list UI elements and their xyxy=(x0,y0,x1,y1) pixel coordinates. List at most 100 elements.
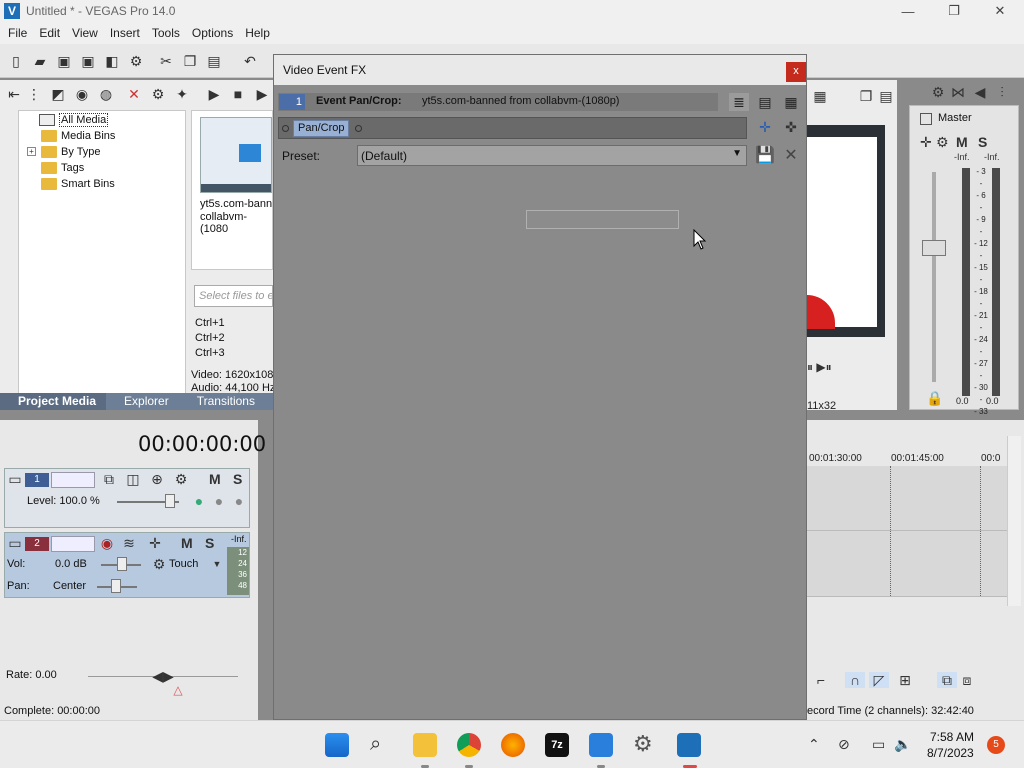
delete-preset-icon[interactable]: ✕ xyxy=(781,146,801,166)
plug-in-chain-icon[interactable]: ✛ xyxy=(755,117,775,137)
chevron-up-icon[interactable]: ⌃ xyxy=(808,736,820,753)
track-name-field[interactable] xyxy=(51,536,95,552)
open-icon[interactable]: ▰ xyxy=(32,53,48,69)
automation-mode[interactable]: Touch xyxy=(169,558,198,570)
view-details-icon[interactable]: ▤ xyxy=(755,93,775,111)
paste-icon[interactable]: ▤ xyxy=(206,53,222,69)
ignore-grouping-icon[interactable]: ⧈ xyxy=(959,672,975,688)
start-icon[interactable] xyxy=(325,733,349,757)
automation-icon[interactable]: ⚙ xyxy=(151,556,167,572)
firefox-icon[interactable] xyxy=(501,733,525,757)
arm-record-icon[interactable]: ◉ xyxy=(99,535,115,551)
track2-mute-button[interactable]: M xyxy=(181,535,193,551)
get-media-icon[interactable]: ◉ xyxy=(74,86,90,102)
audio-track-header[interactable]: ▭ 2 ◉ ≋ ✛ M S -Inf. Vol: 0.0 dB ⚙ Touch … xyxy=(4,532,250,598)
tab-transitions[interactable]: Transitions xyxy=(179,393,265,410)
tab-project-media[interactable]: Project Media xyxy=(0,393,107,410)
copy-snapshot-icon[interactable]: ❐ xyxy=(858,88,874,104)
plugin-pan-crop[interactable]: Pan/Crop xyxy=(293,120,350,137)
media-filter-input[interactable]: Select files to e xyxy=(194,285,273,307)
tree-item-smart-bins[interactable]: Smart Bins xyxy=(41,176,115,192)
track-compositing-icon[interactable]: ◫ xyxy=(125,471,141,487)
dialog-close-button[interactable]: x xyxy=(786,62,806,82)
track2-pan-knob[interactable] xyxy=(111,579,121,593)
master-fx-icon[interactable]: ⚙ xyxy=(930,84,946,100)
track-fx-chain-icon[interactable]: ✛ xyxy=(147,535,163,551)
lock-envelopes-icon[interactable]: ⧉ xyxy=(937,672,957,688)
chrome-icon[interactable] xyxy=(457,733,481,757)
tree-item-all-media[interactable]: All Media xyxy=(39,112,109,128)
remove-plugin-icon[interactable]: ✜ xyxy=(781,117,801,137)
menu-options[interactable]: Options xyxy=(186,26,239,40)
track-parent-icon[interactable]: ⊕ xyxy=(149,471,165,487)
master-fx-chain-icon[interactable]: ⚙ xyxy=(936,134,949,151)
preset-dropdown[interactable]: (Default) ▼ xyxy=(357,145,747,166)
undo-icon[interactable]: ↶ xyxy=(242,53,258,69)
notepad-icon[interactable] xyxy=(589,733,613,757)
tab-explorer[interactable]: Explorer xyxy=(106,393,179,410)
media-plug-icon[interactable]: ✦ xyxy=(174,86,190,102)
file-explorer-icon[interactable] xyxy=(413,733,437,757)
lock-icon[interactable]: 🔒 xyxy=(926,390,943,406)
close-window-button[interactable]: ✕ xyxy=(977,0,1023,22)
cut-icon[interactable]: ✂ xyxy=(158,53,174,69)
tree-item-by-type[interactable]: By Type xyxy=(41,144,101,160)
master-mute-button[interactable]: M xyxy=(956,134,968,150)
clock-time[interactable]: 7:58 AM xyxy=(930,730,974,744)
auto-preview-icon[interactable]: ▶ xyxy=(254,86,270,102)
view-list-icon[interactable]: ≣ xyxy=(729,93,749,111)
master-settings-icon[interactable]: ⫶ xyxy=(994,84,1010,100)
menu-file[interactable]: File xyxy=(2,26,33,40)
expand-icon[interactable]: + xyxy=(27,147,36,156)
new-icon[interactable]: ▯ xyxy=(8,53,24,69)
save-snapshot-icon[interactable]: ▤ xyxy=(878,88,894,104)
capture-icon[interactable]: ◩ xyxy=(50,86,66,102)
minimize-button[interactable]: — xyxy=(885,0,931,22)
render-icon[interactable]: ◧ xyxy=(104,53,120,69)
master-solo-button[interactable]: S xyxy=(978,134,987,150)
save-as-icon[interactable]: ▣ xyxy=(80,53,96,69)
view-grid-icon[interactable]: ▦ xyxy=(781,93,801,111)
network-off-icon[interactable]: ⊘ xyxy=(838,736,850,753)
track-motion-icon[interactable]: ⧉ xyxy=(101,471,117,487)
tree-item-tags[interactable]: Tags xyxy=(41,160,84,176)
track1-solo-button[interactable]: S xyxy=(233,471,242,487)
7zip-icon[interactable]: 7z xyxy=(545,733,569,757)
master-mute-icon[interactable]: ◀ xyxy=(972,84,988,100)
vegas-taskbar-icon[interactable] xyxy=(677,733,701,757)
save-preset-icon[interactable]: 💾 xyxy=(755,146,775,166)
search-icon[interactable]: ⌕ xyxy=(370,733,381,756)
track-collapse-icon[interactable]: ▭ xyxy=(7,535,23,551)
menu-insert[interactable]: Insert xyxy=(104,26,146,40)
invert-phase-icon[interactable]: ≋ xyxy=(121,535,137,551)
track2-vol-knob[interactable] xyxy=(117,557,127,571)
menu-tools[interactable]: Tools xyxy=(146,26,186,40)
track1-level-knob[interactable] xyxy=(165,494,175,508)
remove-media-icon[interactable]: ✕ xyxy=(126,86,142,102)
settings-gear-icon[interactable]: ⚙ xyxy=(633,731,653,757)
auto-crossfade-icon[interactable]: ◸ xyxy=(869,672,889,688)
menu-help[interactable]: Help xyxy=(239,26,276,40)
notification-badge[interactable]: 5 xyxy=(987,736,1005,754)
composite-mode-icon-2[interactable]: ● xyxy=(211,493,227,509)
media-fx-icon[interactable]: ⚙ xyxy=(150,86,166,102)
display-icon[interactable]: ▭ xyxy=(872,736,885,753)
volume-icon[interactable]: 🔈 xyxy=(894,736,911,753)
timeline-vertical-scrollbar[interactable] xyxy=(1007,436,1021,606)
clock-date[interactable]: 8/7/2023 xyxy=(927,746,974,760)
web-icon[interactable]: ◍ xyxy=(98,86,114,102)
marker-icon[interactable]: ⌐ xyxy=(813,672,829,688)
copy-icon[interactable]: ❐ xyxy=(182,53,198,69)
restore-button[interactable]: ❐ xyxy=(931,0,977,22)
track2-solo-button[interactable]: S xyxy=(205,535,214,551)
media-tools-icon[interactable]: ⋮ xyxy=(26,86,42,102)
track-collapse-icon[interactable]: ▭ xyxy=(7,471,23,487)
composite-mode-icon-3[interactable]: ● xyxy=(231,493,247,509)
import-media-icon[interactable]: ⇤ xyxy=(6,86,22,102)
tree-item-media-bins[interactable]: Media Bins xyxy=(41,128,115,144)
snapping-icon[interactable]: ∩ xyxy=(845,672,865,688)
track1-mute-button[interactable]: M xyxy=(209,471,221,487)
menu-view[interactable]: View xyxy=(66,26,104,40)
preview-transport[interactable]: ⏸ ▶⏸ xyxy=(807,360,832,375)
play-icon[interactable]: ▶ xyxy=(206,86,222,102)
